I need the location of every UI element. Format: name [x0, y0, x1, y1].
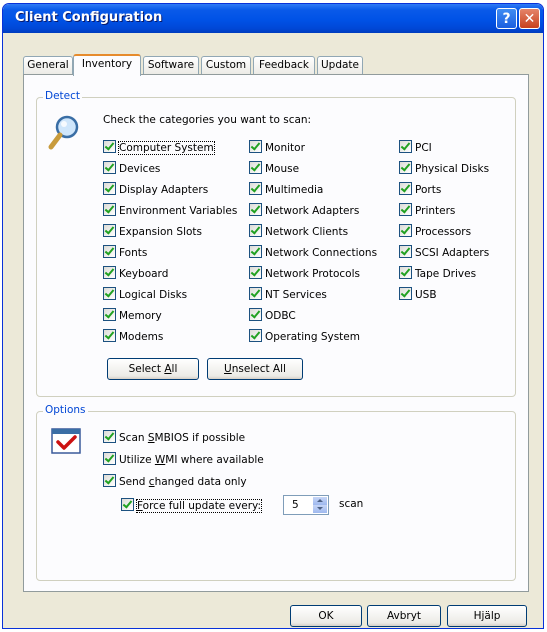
options-legend: Options — [43, 404, 88, 416]
checkbox-processors[interactable]: Processors — [399, 224, 471, 238]
checkbox-mouse[interactable]: Mouse — [249, 161, 299, 175]
checkbox-fonts[interactable]: Fonts — [103, 245, 147, 259]
checkbox-label: Computer System — [118, 141, 215, 155]
checkbox-label: USB — [415, 289, 437, 301]
scan-count-spinner[interactable]: 5 — [283, 495, 329, 515]
checkbox-label: Environment Variables — [119, 205, 238, 217]
select-all-button[interactable]: Select All — [107, 358, 199, 380]
checkbox-label: Network Connections — [265, 247, 378, 259]
checkbox-scan-smbios[interactable]: Scan SMBIOS if possible — [103, 430, 245, 444]
checkbox-network-clients[interactable]: Network Clients — [249, 224, 348, 238]
tab-inventory[interactable]: Inventory — [73, 54, 141, 76]
checkbox-force-full-update[interactable]: Force full update every: — [121, 498, 263, 513]
checkbox-label: Display Adapters — [119, 184, 209, 196]
checkbox-monitor[interactable]: Monitor — [249, 140, 305, 154]
spin-up-icon[interactable] — [313, 497, 327, 505]
inventory-tab-panel: Detect Check the categories you want to … — [23, 74, 529, 592]
checkbox-label: Modems — [119, 331, 164, 343]
detect-legend: Detect — [43, 90, 83, 102]
checkbox-nt-services[interactable]: NT Services — [249, 287, 327, 301]
tab-software[interactable]: Software — [143, 56, 199, 74]
detect-instruction: Check the categories you want to scan: — [103, 114, 312, 126]
window-title: Client Configuration — [15, 10, 163, 25]
checkbox-label: ODBC — [265, 310, 296, 322]
checkbox-label: PCI — [415, 142, 432, 154]
checkbox-modems[interactable]: Modems — [103, 329, 163, 343]
checkbox-label: Keyboard — [119, 268, 169, 280]
checkbox-label: Network Clients — [265, 226, 349, 238]
title-bar[interactable]: Client Configuration ? ✕ — [3, 4, 543, 33]
checkbox-label: Memory — [119, 310, 162, 322]
checkbox-label: Network Protocols — [265, 268, 360, 280]
spin-arrows — [313, 497, 327, 513]
checkbox-ports[interactable]: Ports — [399, 182, 441, 196]
tab-general[interactable]: General — [23, 56, 73, 74]
checkbox-memory[interactable]: Memory — [103, 308, 162, 322]
checkbox-network-adapters[interactable]: Network Adapters — [249, 203, 359, 217]
checkbox-network-connections[interactable]: Network Connections — [249, 245, 377, 259]
checkbox-label: Ports — [415, 184, 442, 196]
checkbox-label: NT Services — [265, 289, 327, 301]
checkbox-label: Expansion Slots — [119, 226, 203, 238]
client-configuration-dialog: Client Configuration ? ✕ General Invento… — [2, 3, 544, 629]
help-button[interactable]: Hjälp — [447, 605, 527, 627]
unselect-all-button[interactable]: Unselect All — [207, 358, 303, 380]
checkbox-tape-drives[interactable]: Tape Drives — [399, 266, 476, 280]
checkbox-odbc[interactable]: ODBC — [249, 308, 296, 322]
checkbox-label: Devices — [119, 163, 161, 175]
tab-feedback[interactable]: Feedback — [253, 56, 315, 74]
checkbox-operating-system[interactable]: Operating System — [249, 329, 360, 343]
help-icon[interactable]: ? — [496, 8, 517, 29]
checkbox-label: SCSI Adapters — [415, 247, 490, 259]
checkbox-expansion-slots[interactable]: Expansion Slots — [103, 224, 202, 238]
checkbox-label: Fonts — [119, 247, 148, 259]
ok-button[interactable]: OK — [290, 605, 362, 627]
cancel-button[interactable]: Avbryt — [367, 605, 441, 627]
scan-unit-label: scan — [339, 498, 364, 510]
scan-count-value: 5 — [292, 499, 299, 511]
checkbox-environment-variables[interactable]: Environment Variables — [103, 203, 237, 217]
close-icon[interactable]: ✕ — [519, 8, 540, 29]
checkbox-pci[interactable]: PCI — [399, 140, 432, 154]
checkbox-label: Operating System — [265, 331, 360, 343]
checkbox-utilize-wmi[interactable]: Utilize WMI where available — [103, 452, 264, 466]
checkbox-scsi-adapters[interactable]: SCSI Adapters — [399, 245, 489, 259]
checkbox-label: Network Adapters — [265, 205, 360, 217]
checkbox-devices[interactable]: Devices — [103, 161, 160, 175]
options-group: Options Scan SMBIOS if possible Utilize … — [36, 404, 516, 581]
checkbox-label: Logical Disks — [119, 289, 188, 301]
checkbox-label: Tape Drives — [415, 268, 477, 280]
checkbox-label: Printers — [415, 205, 456, 217]
checkbox-usb[interactable]: USB — [399, 287, 437, 301]
checkbox-label: Mouse — [265, 163, 300, 175]
checkbox-logical-disks[interactable]: Logical Disks — [103, 287, 187, 301]
checkbox-label: Monitor — [265, 142, 305, 154]
tab-custom[interactable]: Custom — [201, 56, 251, 74]
checkbox-label: Processors — [415, 226, 472, 238]
checkbox-label: Multimedia — [265, 184, 324, 196]
spin-down-icon[interactable] — [313, 505, 327, 513]
checkbox-computer-system[interactable]: Computer System — [103, 140, 215, 155]
checkbox-label: Physical Disks — [415, 163, 490, 175]
checkbox-multimedia[interactable]: Multimedia — [249, 182, 323, 196]
magnifier-icon — [48, 115, 79, 150]
checkbox-physical-disks[interactable]: Physical Disks — [399, 161, 489, 175]
checkbox-printers[interactable]: Printers — [399, 203, 455, 217]
checklist-icon — [51, 428, 81, 454]
tab-update[interactable]: Update — [317, 56, 363, 74]
checkbox-display-adapters[interactable]: Display Adapters — [103, 182, 208, 196]
checkbox-keyboard[interactable]: Keyboard — [103, 266, 168, 280]
checkbox-network-protocols[interactable]: Network Protocols — [249, 266, 360, 280]
checkbox-send-changed-data[interactable]: Send changed data only — [103, 474, 247, 488]
detect-group: Detect Check the categories you want to … — [36, 90, 516, 397]
